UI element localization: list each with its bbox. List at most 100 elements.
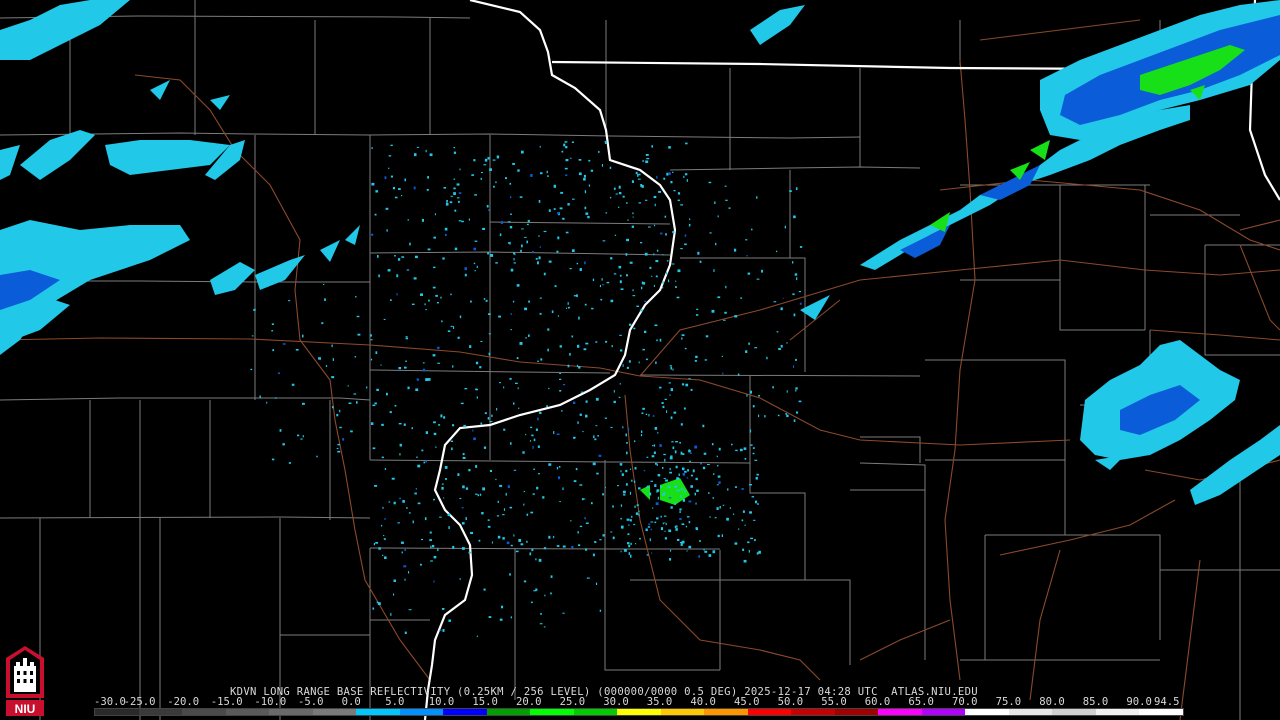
clutter-speckle xyxy=(796,411,799,414)
clutter-speckle xyxy=(678,473,680,476)
clutter-speckle xyxy=(459,578,461,580)
clutter-speckle xyxy=(725,285,727,289)
clutter-speckle xyxy=(651,145,653,148)
clutter-speckle xyxy=(799,302,802,305)
clutter-speckle xyxy=(786,342,788,344)
legend-swatch xyxy=(356,709,400,715)
clutter-speckle xyxy=(670,366,673,370)
clutter-speckle xyxy=(718,447,721,451)
clutter-speckle xyxy=(482,227,485,230)
clutter-speckle xyxy=(659,338,662,342)
clutter-speckle xyxy=(728,207,731,209)
clutter-speckle xyxy=(711,443,714,446)
clutter-speckle xyxy=(664,530,666,532)
clutter-speckle xyxy=(595,341,598,343)
logo-label: NIU xyxy=(15,702,36,716)
clutter-speckle xyxy=(384,176,387,180)
clutter-speckle xyxy=(683,175,685,178)
clutter-speckle xyxy=(778,348,781,350)
clutter-speckle xyxy=(675,280,677,282)
clutter-speckle xyxy=(530,511,534,514)
clutter-speckle xyxy=(559,501,561,503)
clutter-speckle xyxy=(513,258,515,261)
niu-tower-logo-icon: NIU xyxy=(6,646,44,716)
clutter-speckle xyxy=(744,458,747,460)
clutter-speckle xyxy=(669,467,671,471)
clutter-speckle xyxy=(623,494,626,496)
clutter-speckle xyxy=(633,523,636,526)
clutter-speckle xyxy=(433,498,435,501)
clutter-speckle xyxy=(253,308,256,311)
clutter-speckle xyxy=(629,519,632,522)
clutter-speckle xyxy=(637,178,641,180)
clutter-speckle xyxy=(441,483,444,485)
clutter-speckle xyxy=(427,176,429,179)
clutter-speckle xyxy=(734,248,737,252)
clutter-speckle xyxy=(594,541,597,543)
clutter-speckle xyxy=(556,250,559,253)
clutter-speckle xyxy=(683,407,686,410)
clutter-speckle xyxy=(656,339,658,342)
clutter-speckle xyxy=(628,524,630,526)
clutter-speckle xyxy=(453,187,456,190)
clutter-speckle xyxy=(644,252,648,256)
clutter-speckle xyxy=(357,333,361,336)
legend-label: -30.0 xyxy=(94,696,126,708)
clutter-speckle xyxy=(796,277,798,281)
clutter-speckle xyxy=(459,315,462,319)
clutter-speckle xyxy=(577,344,580,348)
clutter-speckle xyxy=(613,400,616,404)
clutter-speckle xyxy=(437,548,439,551)
legend-label: -15.0 xyxy=(210,696,243,708)
clutter-speckle xyxy=(748,550,750,553)
radar-map[interactable] xyxy=(0,0,1280,720)
clutter-speckle xyxy=(724,185,727,187)
clutter-speckle xyxy=(557,315,559,317)
clutter-speckle xyxy=(636,305,639,307)
clutter-speckle xyxy=(397,258,401,261)
clutter-speckle xyxy=(399,497,401,500)
clutter-speckle xyxy=(677,269,681,273)
clutter-speckle xyxy=(404,631,407,634)
clutter-speckle xyxy=(520,543,524,546)
clutter-speckle xyxy=(498,315,501,318)
clutter-speckle xyxy=(639,537,641,540)
clutter-speckle xyxy=(734,486,737,488)
legend-label: -20.0 xyxy=(167,696,200,708)
clutter-speckle xyxy=(569,352,571,356)
legend-swatch xyxy=(1008,709,1053,715)
legend-label: 75.0 xyxy=(995,696,1022,708)
clutter-speckle xyxy=(562,217,565,220)
clutter-speckle xyxy=(528,334,530,337)
clutter-speckle xyxy=(634,440,636,443)
clutter-speckle xyxy=(662,522,664,525)
clutter-speckle xyxy=(578,366,581,369)
clutter-speckle xyxy=(405,360,407,362)
clutter-speckle xyxy=(664,215,667,218)
clutter-speckle xyxy=(795,389,797,392)
clutter-speckle xyxy=(512,300,515,303)
clutter-speckle xyxy=(493,185,495,188)
reflectivity-color-bar xyxy=(94,708,1184,716)
clutter-speckle xyxy=(663,477,666,479)
clutter-speckle xyxy=(656,249,659,252)
clutter-speckle xyxy=(591,307,594,310)
clutter-speckle xyxy=(651,552,653,554)
clutter-speckle xyxy=(405,336,408,338)
clutter-speckle xyxy=(510,544,513,547)
clutter-speckle xyxy=(679,518,682,520)
clutter-speckle xyxy=(464,267,467,271)
clutter-speckle xyxy=(505,492,507,496)
clutter-speckle xyxy=(433,580,435,583)
clutter-speckle xyxy=(754,459,758,461)
clutter-speckle xyxy=(516,357,519,360)
clutter-speckle xyxy=(354,356,357,358)
clutter-speckle xyxy=(370,334,372,337)
clutter-speckle xyxy=(663,515,667,517)
clutter-speckle xyxy=(688,545,692,549)
clutter-speckle xyxy=(428,299,430,302)
clutter-speckle xyxy=(521,244,523,248)
clutter-speckle xyxy=(684,234,687,237)
clutter-speckle xyxy=(724,311,727,314)
clutter-speckle xyxy=(709,232,712,234)
